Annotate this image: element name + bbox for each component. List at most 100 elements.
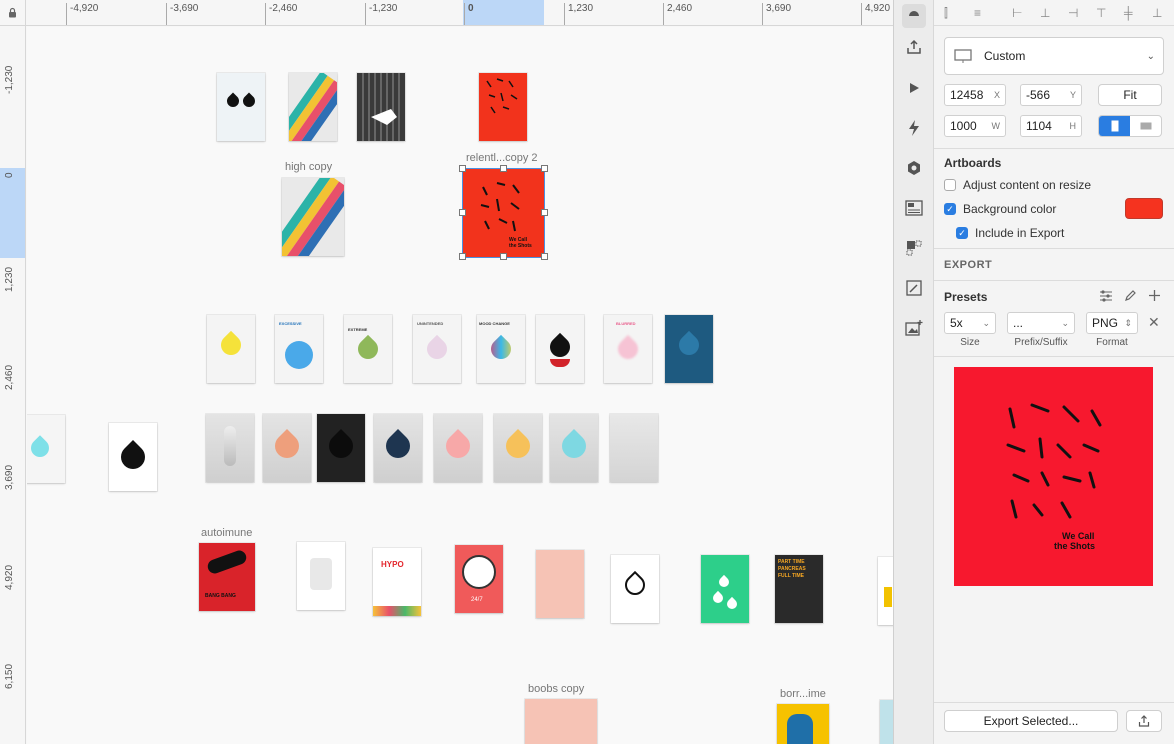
artboard-poster[interactable]: PART TIME PANCREAS FULL TIME	[775, 555, 823, 623]
artboard-poster[interactable]	[357, 73, 405, 141]
adjust-content-row[interactable]: Adjust content on resize	[944, 178, 1091, 192]
ruler-lock[interactable]	[0, 0, 26, 26]
remove-preset-icon[interactable]: ✕	[1148, 314, 1160, 331]
pencil-icon[interactable]	[1124, 289, 1137, 302]
artboard-poster[interactable]	[317, 414, 365, 482]
resize-handle[interactable]	[541, 209, 548, 216]
artboard-poster[interactable]: EXTREME	[344, 315, 392, 383]
sliders-icon[interactable]	[1099, 290, 1113, 302]
artboard-poster[interactable]: HYPO	[373, 548, 421, 616]
prototype-tab-button[interactable]	[902, 116, 926, 140]
artboard-label[interactable]: boobs copy	[528, 683, 584, 695]
format-caption: Format	[1096, 337, 1128, 348]
artboard-poster[interactable]	[536, 315, 584, 383]
artboard-selected[interactable]: We Call the Shots	[463, 169, 544, 257]
export-format-select[interactable]: PNG ⇕	[1086, 312, 1138, 334]
artboard-poster[interactable]	[878, 557, 893, 625]
landscape-option[interactable]	[1130, 116, 1161, 136]
artboard-poster[interactable]: EXCESSIVE	[275, 315, 323, 383]
fit-button[interactable]: Fit	[1098, 84, 1162, 106]
artboard-poster[interactable]: MOOD CHANGE	[477, 315, 525, 383]
align-top-icon[interactable]: ⊤	[1096, 6, 1106, 20]
align-left-icon[interactable]: ⊢	[1012, 6, 1022, 20]
artboard-poster[interactable]	[525, 699, 597, 744]
figure-shape	[787, 714, 813, 744]
preview-tab-button[interactable]	[902, 76, 926, 100]
align-middle-icon[interactable]: ╪	[1124, 6, 1133, 20]
design-canvas[interactable]: high copy relentl...copy 2 We Call the Sh…	[27, 27, 893, 744]
artboard-poster[interactable]: 24/7	[455, 545, 503, 613]
artboard-poster[interactable]: UNINTENDED	[413, 315, 461, 383]
artboard-poster[interactable]	[207, 315, 255, 383]
artboard-poster[interactable]	[217, 73, 265, 141]
edit-tab-button[interactable]	[902, 276, 926, 300]
align-bottom-icon[interactable]: ⊥	[1152, 6, 1162, 20]
drop-fill	[550, 359, 570, 367]
artboard-poster[interactable]	[611, 555, 659, 623]
height-field[interactable]: 1104 H	[1020, 115, 1082, 137]
vertical-ruler[interactable]: -1,230 0 1,230 2,460 3,690 4,920 6,150	[0, 26, 26, 744]
artboard-label[interactable]: high copy	[285, 161, 332, 173]
include-export-checkbox[interactable]: ✓	[956, 227, 968, 239]
align-center-icon[interactable]: ⊥	[1040, 6, 1050, 20]
horizontal-ruler[interactable]: -4,920 -3,690 -2,460 -1,230 0 1,230 2,46…	[0, 0, 893, 26]
export-prefix-select[interactable]: ... ⌄	[1007, 312, 1075, 334]
share-export-button[interactable]	[1126, 710, 1162, 732]
artboard-poster[interactable]	[282, 178, 344, 256]
portrait-option[interactable]	[1099, 116, 1130, 136]
artboard-poster[interactable]	[206, 414, 254, 482]
resize-handle[interactable]	[541, 253, 548, 260]
background-color-checkbox[interactable]: ✓	[944, 203, 956, 215]
artboard-poster[interactable]	[777, 704, 829, 744]
plus-icon[interactable]	[1148, 289, 1161, 302]
orientation-toggle[interactable]	[1098, 115, 1162, 137]
artboard-poster[interactable]	[536, 550, 584, 618]
artboard-poster[interactable]	[374, 414, 422, 482]
artboard-poster[interactable]: BANG BANG	[199, 543, 255, 611]
symbols-tab-button[interactable]	[902, 236, 926, 260]
export-size-select[interactable]: 5x ⌄	[944, 312, 996, 334]
width-field[interactable]: 1000 W	[944, 115, 1006, 137]
distribute-horizontal-icon[interactable]: ⫿	[944, 6, 948, 21]
background-color-swatch[interactable]	[1125, 198, 1163, 219]
layout-tab-button[interactable]	[902, 196, 926, 220]
artboard-poster[interactable]	[109, 423, 157, 491]
artboard-label[interactable]: autoimune	[201, 527, 252, 539]
share-tab-button[interactable]	[902, 35, 926, 59]
components-tab-button[interactable]	[902, 156, 926, 180]
export-selected-button[interactable]: Export Selected...	[944, 710, 1118, 732]
artboard-poster[interactable]	[289, 73, 337, 141]
artboard-poster[interactable]: BLURRED	[604, 315, 652, 383]
align-right-icon[interactable]: ⊣	[1068, 6, 1078, 20]
artboard-poster[interactable]	[494, 414, 542, 482]
inspect-tab-button[interactable]	[902, 4, 926, 28]
resize-handle[interactable]	[541, 165, 548, 172]
y-position-field[interactable]: -566 Y	[1020, 84, 1082, 106]
resize-handle[interactable]	[459, 209, 466, 216]
artboard-poster[interactable]	[479, 73, 527, 141]
artboard-preset-select[interactable]: Custom ⌄	[944, 37, 1164, 75]
x-position-field[interactable]: 12458 X	[944, 84, 1006, 106]
artboard-poster[interactable]	[27, 415, 65, 483]
resize-handle[interactable]	[500, 165, 507, 172]
artboard-poster[interactable]	[610, 414, 658, 482]
ruler-tick: -1,230	[4, 65, 15, 94]
distribute-vertical-icon[interactable]: ≡	[974, 6, 981, 20]
resize-handle[interactable]	[459, 165, 466, 172]
artboard-poster[interactable]	[550, 414, 598, 482]
artboard-poster[interactable]	[665, 315, 713, 383]
artboard-poster[interactable]	[701, 555, 749, 623]
include-export-row[interactable]: ✓ Include in Export	[956, 226, 1064, 240]
background-color-row[interactable]: ✓ Background color	[944, 202, 1056, 216]
syringes-graphic: We Callthe Shots	[480, 182, 532, 249]
artboard-label[interactable]: relentl...copy 2	[466, 152, 538, 164]
adjust-content-checkbox[interactable]	[944, 179, 956, 191]
image-tab-button[interactable]	[902, 316, 926, 340]
artboard-label[interactable]: borr...ime	[780, 688, 826, 700]
resize-handle[interactable]	[459, 253, 466, 260]
resize-handle[interactable]	[500, 253, 507, 260]
artboard-poster[interactable]	[263, 414, 311, 482]
artboard-poster[interactable]	[434, 414, 482, 482]
artboard-poster[interactable]	[297, 542, 345, 610]
artboard-poster[interactable]	[880, 700, 893, 744]
